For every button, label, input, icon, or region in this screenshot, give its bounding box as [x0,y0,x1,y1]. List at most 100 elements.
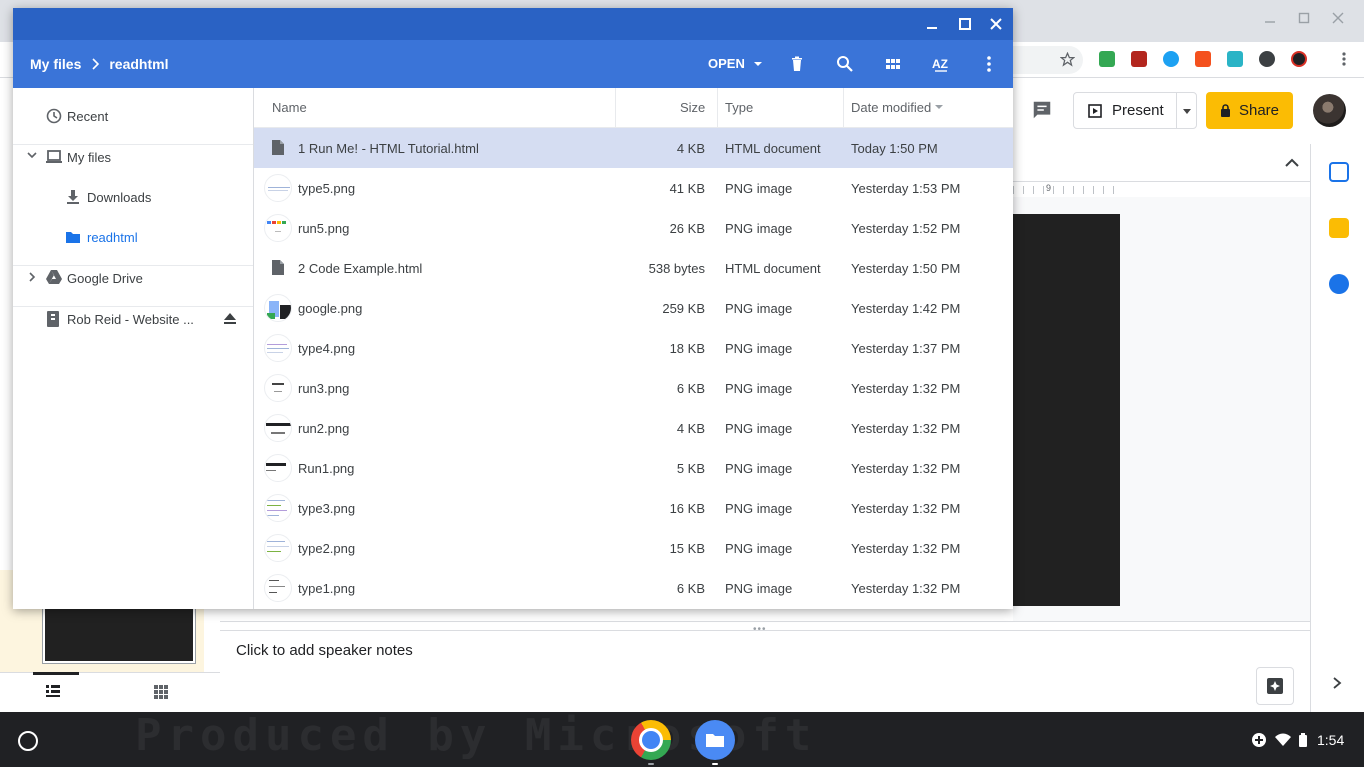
minimize-icon[interactable] [924,16,940,32]
extension-shield-icon[interactable] [1163,51,1179,67]
launcher-button[interactable] [18,731,38,751]
chrome-menu-icon[interactable] [1336,51,1352,67]
eject-icon[interactable] [223,313,237,325]
nav-label: Google Drive [67,270,143,286]
file-size: 4 KB [676,141,705,156]
present-label: Present [1112,102,1164,119]
file-name: google.png [298,301,363,316]
account-avatar[interactable] [1313,94,1346,127]
navigation-pane: Recent My files Downloads readhtml Googl… [13,88,254,609]
breadcrumb: My files readhtml [30,56,168,72]
column-header-size[interactable]: Size [680,100,705,115]
search-icon[interactable] [835,54,855,74]
extension-classroom-icon[interactable] [1099,51,1115,67]
file-row[interactable]: 1 Run Me! - HTML Tutorial.html 4 KB HTML… [254,128,1013,168]
chevron-down-icon[interactable] [27,152,37,160]
file-row[interactable]: type1.png 6 KB PNG image Yesterday 1:32 … [254,568,1013,608]
expand-side-panel-icon[interactable] [1331,676,1343,690]
close-icon[interactable] [988,16,1004,32]
file-type: PNG image [725,581,793,596]
share-button[interactable]: Share [1206,92,1293,129]
collapse-menus-icon[interactable] [1284,156,1300,168]
lock-icon [1220,104,1230,117]
bookmark-star-icon[interactable] [1060,52,1075,67]
open-button[interactable]: OPEN [708,56,763,71]
extension-bookmark-icon[interactable] [1195,51,1211,67]
chrome-app-icon[interactable] [631,720,671,760]
browser-close-icon[interactable] [1332,12,1344,24]
nav-item-recent[interactable]: Recent [13,96,253,136]
file-name: Run1.png [298,461,355,476]
keep-icon[interactable] [1329,218,1349,238]
explore-button[interactable] [1256,667,1294,705]
file-type: PNG image [725,541,793,556]
column-divider[interactable] [843,88,844,128]
file-row[interactable]: run2.png 4 KB PNG image Yesterday 1:32 P… [254,408,1013,448]
chevron-right-icon[interactable] [29,272,37,282]
dialog-titlebar[interactable] [13,8,1013,40]
file-size: 18 KB [669,341,705,356]
column-header-name[interactable]: Name [272,100,307,115]
chrome-running-indicator [648,763,654,765]
present-dropdown-button[interactable] [1176,92,1197,129]
ruler-ticks [1013,186,1118,194]
file-size: 6 KB [676,381,705,396]
file-size: 4 KB [676,421,705,436]
grid-view-icon[interactable] [154,685,168,699]
speaker-notes[interactable]: Click to add speaker notes [236,642,413,659]
file-name: run5.png [298,221,350,236]
column-header-date[interactable]: Date modified [851,100,944,115]
clock-icon [46,108,62,124]
browser-window-controls [1264,12,1344,24]
file-picker-dialog: My files readhtml OPEN AZ Recent My file… [13,8,1013,609]
file-size: 6 KB [676,581,705,596]
delete-icon[interactable] [787,54,807,74]
list-view-icon[interactable] [46,685,60,697]
browser-maximize-icon[interactable] [1298,12,1310,24]
file-row[interactable]: type2.png 15 KB PNG image Yesterday 1:32… [254,528,1013,568]
extension-vpn-icon[interactable] [1259,51,1275,67]
breadcrumb-readhtml[interactable]: readhtml [109,56,168,72]
extension-block-icon[interactable] [1291,51,1307,67]
add-circle-icon [1252,733,1266,747]
breadcrumb-my-files[interactable]: My files [30,56,81,72]
current-slide[interactable] [1013,214,1120,606]
files-app-icon[interactable] [695,720,735,760]
nav-item-usb-drive[interactable]: Rob Reid - Website ... [13,299,253,339]
extension-calculator-icon[interactable] [1131,51,1147,67]
nav-item-readhtml[interactable]: readhtml [13,217,253,257]
file-name: run3.png [298,381,350,396]
file-row[interactable]: run5.png 26 KB PNG image Yesterday 1:52 … [254,208,1013,248]
file-type: HTML document [725,261,821,276]
drag-handle-icon[interactable]: ••• [753,624,767,635]
file-row[interactable]: Run1.png 5 KB PNG image Yesterday 1:32 P… [254,448,1013,488]
nav-item-downloads[interactable]: Downloads [13,177,253,217]
column-divider[interactable] [717,88,718,128]
maximize-icon[interactable] [957,16,973,32]
browser-minimize-icon[interactable] [1264,12,1276,24]
file-row[interactable]: type3.png 16 KB PNG image Yesterday 1:32… [254,488,1013,528]
comment-icon[interactable] [1031,99,1053,121]
nav-item-google-drive[interactable]: Google Drive [13,258,253,298]
column-header-type[interactable]: Type [725,100,753,115]
file-row[interactable]: type5.png 41 KB PNG image Yesterday 1:53… [254,168,1013,208]
nav-label: Recent [67,108,109,124]
grid-view-icon[interactable] [883,54,903,74]
image-thumbnail [264,534,292,562]
file-row[interactable]: 2 Code Example.html 538 bytes HTML docum… [254,248,1013,288]
file-row[interactable]: run3.png 6 KB PNG image Yesterday 1:32 P… [254,368,1013,408]
more-vert-icon[interactable] [979,54,999,74]
nav-item-my-files[interactable]: My files [13,137,253,177]
tasks-icon[interactable] [1329,274,1349,294]
column-divider[interactable] [615,88,616,128]
file-row[interactable]: type4.png 18 KB PNG image Yesterday 1:37… [254,328,1013,368]
filmstrip-slide-thumbnail[interactable] [42,604,196,664]
file-row[interactable]: google.png 259 KB PNG image Yesterday 1:… [254,288,1013,328]
extension-cloud-icon[interactable] [1227,51,1243,67]
status-tray[interactable]: 1:54 [1243,725,1353,755]
sort-az-icon[interactable]: AZ [931,54,951,74]
laptop-icon [46,150,62,163]
present-button[interactable]: Present [1073,92,1177,129]
calendar-icon[interactable] [1329,162,1349,182]
file-size: 26 KB [669,221,705,236]
